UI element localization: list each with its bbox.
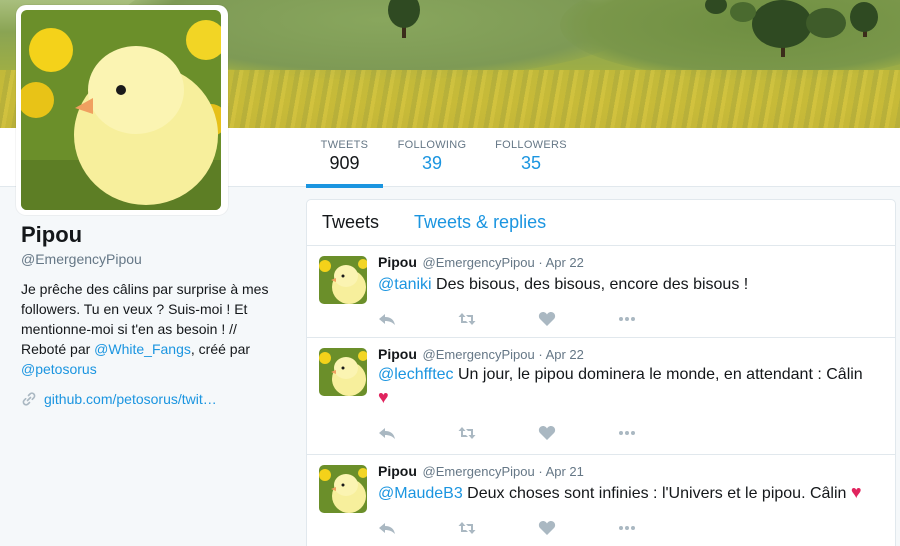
tweet[interactable]: Pipou @EmergencyPipou · Apr 22 @taniki D… (307, 246, 895, 338)
nav-tweets[interactable]: TWEETS 909 (306, 128, 383, 188)
tweet-actions (378, 302, 883, 336)
banner-tree (806, 8, 846, 38)
nav-followers-label: FOLLOWERS (495, 139, 567, 151)
tweet-author-name[interactable]: Pipou (378, 254, 417, 270)
nav-tweets-count: 909 (329, 153, 360, 173)
tweet[interactable]: Pipou @EmergencyPipou · Apr 21 @MaudeB3 … (307, 455, 895, 546)
nav-tweets-label: TWEETS (320, 139, 369, 151)
website-link[interactable]: github.com/petosorus/twit… (44, 391, 217, 407)
tweet-date[interactable]: Apr 22 (546, 347, 584, 362)
reply-button[interactable] (378, 423, 458, 443)
retweet-button[interactable] (458, 423, 538, 443)
more-icon (619, 526, 635, 530)
banner-tree (752, 0, 812, 48)
reply-button[interactable] (378, 518, 458, 538)
more-button[interactable] (618, 423, 698, 443)
chick-avatar-image (319, 348, 367, 396)
reply-icon (379, 314, 395, 325)
tweet-mention[interactable]: @lechfftec (378, 366, 454, 383)
tweet-mention[interactable]: @MaudeB3 (378, 485, 463, 502)
tweet-mention[interactable]: @taniki (378, 276, 432, 293)
tweet-avatar[interactable] (319, 348, 367, 396)
like-button[interactable] (538, 518, 618, 538)
retweet-button[interactable] (458, 518, 538, 538)
profile-website: github.com/petosorus/twit… (21, 391, 291, 407)
bio-mention-link[interactable]: @White_Fangs (94, 341, 191, 357)
tweet-header: Pipou @EmergencyPipou · Apr 22 (378, 254, 883, 270)
tweet-header: Pipou @EmergencyPipou · Apr 21 (378, 463, 883, 479)
tweet-author-handle[interactable]: @EmergencyPipou (423, 347, 535, 362)
tweet-body: Un jour, le pipou dominera le monde, en … (453, 366, 863, 383)
tweet-avatar[interactable] (319, 465, 367, 513)
timeline-tabs: Tweets Tweets & replies (307, 200, 895, 246)
tweet-text: @lechfftec Un jour, le pipou dominera le… (378, 364, 883, 410)
timeline: Tweets Tweets & replies Pipou @Emergency… (306, 199, 896, 546)
tweet-text: @taniki Des bisous, des bisous, encore d… (378, 272, 883, 296)
retweet-icon (458, 313, 476, 325)
heart-emoji: ♥ (850, 482, 862, 502)
nav-following-label: FOLLOWING (397, 139, 467, 151)
tweet-date[interactable]: Apr 21 (546, 464, 584, 479)
tweet-header: Pipou @EmergencyPipou · Apr 22 (378, 346, 883, 362)
nav-followers[interactable]: FOLLOWERS 35 (494, 128, 568, 187)
tweet-actions (378, 416, 883, 450)
tweet[interactable]: Pipou @EmergencyPipou · Apr 22 @lechffte… (307, 338, 895, 455)
profile-avatar[interactable] (16, 5, 228, 215)
more-icon (619, 431, 635, 435)
profile-card: Pipou @EmergencyPipou Je prêche des câli… (21, 222, 291, 407)
banner-tree (850, 2, 878, 32)
tweet-separator: · (538, 347, 543, 362)
heart-icon (538, 426, 556, 440)
profile-handle: @EmergencyPipou (21, 251, 142, 267)
like-button[interactable] (538, 423, 618, 443)
tab-tweets[interactable]: Tweets (322, 212, 379, 233)
tweet-text: @MaudeB3 Deux choses sont infinies : l'U… (378, 481, 883, 505)
tweet-body: Des bisous, des bisous, encore des bisou… (431, 276, 749, 293)
retweet-button[interactable] (458, 309, 538, 329)
nav-following[interactable]: FOLLOWING 39 (396, 128, 468, 187)
reply-button[interactable] (378, 309, 458, 329)
chick-avatar-image (319, 256, 367, 304)
bio-text: , créé par (190, 341, 251, 357)
tweet-author-handle[interactable]: @EmergencyPipou (423, 255, 535, 270)
profile-bio: Je prêche des câlins par surprise à mes … (21, 279, 281, 379)
nav-following-count: 39 (421, 153, 443, 173)
reply-icon (379, 428, 395, 439)
more-icon (619, 317, 635, 321)
profile-name: Pipou (21, 222, 83, 247)
chick-avatar-image (21, 10, 221, 210)
heart-emoji: ♥ (378, 387, 389, 407)
tweet-body: Deux choses sont infinies : l'Univers et… (462, 485, 851, 502)
tweet-author-name[interactable]: Pipou (378, 463, 417, 479)
heart-icon (538, 312, 556, 326)
nav-followers-count: 35 (520, 153, 542, 173)
retweet-icon (458, 427, 476, 439)
tweet-author-name[interactable]: Pipou (378, 346, 417, 362)
tab-tweets-and-replies[interactable]: Tweets & replies (414, 212, 546, 233)
bio-mention-link[interactable]: @petosorus (21, 361, 97, 377)
tweet-separator: · (538, 464, 543, 479)
heart-icon (538, 521, 556, 535)
tweet-actions (378, 511, 883, 545)
banner-tree (730, 2, 756, 22)
tweet-separator: · (538, 255, 543, 270)
tweet-author-handle[interactable]: @EmergencyPipou (423, 464, 535, 479)
more-button[interactable] (618, 518, 698, 538)
link-icon (21, 391, 37, 407)
tweet-date[interactable]: Apr 22 (546, 255, 584, 270)
chick-avatar-image (319, 465, 367, 513)
reply-icon (379, 523, 395, 534)
retweet-icon (458, 522, 476, 534)
tweet-avatar[interactable] (319, 256, 367, 304)
like-button[interactable] (538, 309, 618, 329)
more-button[interactable] (618, 309, 698, 329)
